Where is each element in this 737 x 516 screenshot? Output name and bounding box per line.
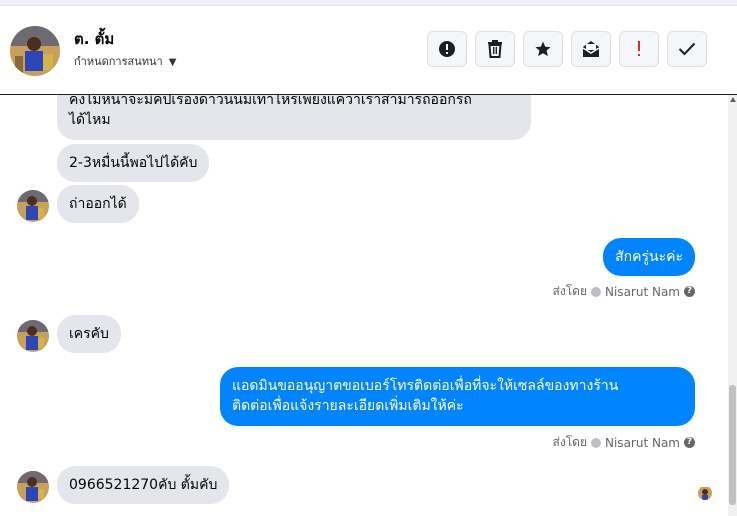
mark-done-button[interactable] <box>667 31 707 67</box>
mark-spam-button[interactable] <box>619 31 659 67</box>
trash-icon <box>488 40 502 58</box>
message-incoming: 2-3หมื่นนี้พอไปได้คับ <box>57 144 210 182</box>
mark-unread-button[interactable] <box>571 31 611 67</box>
contact-avatar-small <box>17 471 49 503</box>
check-icon <box>678 42 696 56</box>
star-icon <box>535 41 551 57</box>
message-outgoing: แอดมินขออนุญาตขอเบอร์โทรติดต่อเพื่อที่จะ… <box>220 367 695 426</box>
message-incoming: คงไม่หนาจะมีคปเรองดาวนนมเทาไหรเพยงแควาเร… <box>57 95 531 140</box>
contact-avatar[interactable] <box>10 26 60 76</box>
message-line: คงไม่หนาจะมีคปเรองดาวนนมเทาไหรเพยงแควาเร… <box>69 95 472 108</box>
delete-button[interactable] <box>475 31 515 67</box>
scroll-up-arrow-icon[interactable] <box>730 97 736 102</box>
alert-circle-icon <box>439 41 455 57</box>
seen-avatar <box>698 486 712 500</box>
sent-by-prefix: ส่งโดย <box>552 435 587 449</box>
contact-name[interactable]: ต. ตั้ม <box>74 27 114 51</box>
message-line: แอดมินขออนุญาตขอเบอร์โทรติดต่อเพื่อที่จะ… <box>232 378 619 394</box>
spam-exclamation-icon <box>638 41 640 56</box>
sent-by-label: ส่งโดย Nisarut Nam ? <box>553 433 695 452</box>
caret-down-icon: ▼ <box>168 57 177 68</box>
message-thread: คงไม่หนาจะมีคปเรองดาวนนมเทาไหรเพยงแควาเร… <box>0 95 737 516</box>
message-incoming: 0966521270คับ ตั้มคับ <box>57 466 230 504</box>
page-icon <box>591 286 601 297</box>
conversation-status-dropdown[interactable]: กำหนดการสนทนา ▼ <box>74 52 176 70</box>
message-line: ติดต่อเพื่อแจ้งรายละเอียดเพิ่มเติมให้ค่ะ <box>232 398 464 414</box>
contact-avatar-small <box>17 320 49 352</box>
sender-name: Nisarut Nam <box>605 435 680 450</box>
message-text: 0966521270คับ ตั้มคับ <box>69 477 218 493</box>
conversation-header: ต. ตั้ม กำหนดการสนทนา ▼ <box>0 6 737 95</box>
message-text: เครคับ <box>69 326 109 342</box>
message-text: 2-3หมื่นนี้พอไปได้คับ <box>69 155 198 171</box>
star-button[interactable] <box>523 31 563 67</box>
help-icon[interactable]: ? <box>684 437 695 448</box>
message-text: สักครู่นะค่ะ <box>615 249 683 265</box>
page-icon <box>591 437 601 448</box>
message-line: ได้ไหม <box>69 112 111 128</box>
message-incoming: ถ่าออกได้ <box>57 185 139 223</box>
header-actions <box>427 31 707 67</box>
message-text: ถ่าออกได้ <box>69 196 127 212</box>
status-label: กำหนดการสนทนา <box>74 55 163 68</box>
message-outgoing: สักครู่นะค่ะ <box>603 238 695 276</box>
contact-avatar-small <box>17 190 49 222</box>
scrollbar-thumb[interactable] <box>729 385 736 505</box>
message-incoming: เครคับ <box>57 315 121 353</box>
mark-spam-alert-button[interactable] <box>427 31 467 67</box>
help-icon[interactable]: ? <box>684 286 695 297</box>
sent-by-label: ส่งโดย Nisarut Nam ? <box>553 282 695 301</box>
sender-name: Nisarut Nam <box>605 284 680 299</box>
sent-by-prefix: ส่งโดย <box>552 284 587 298</box>
mail-icon <box>582 41 600 57</box>
